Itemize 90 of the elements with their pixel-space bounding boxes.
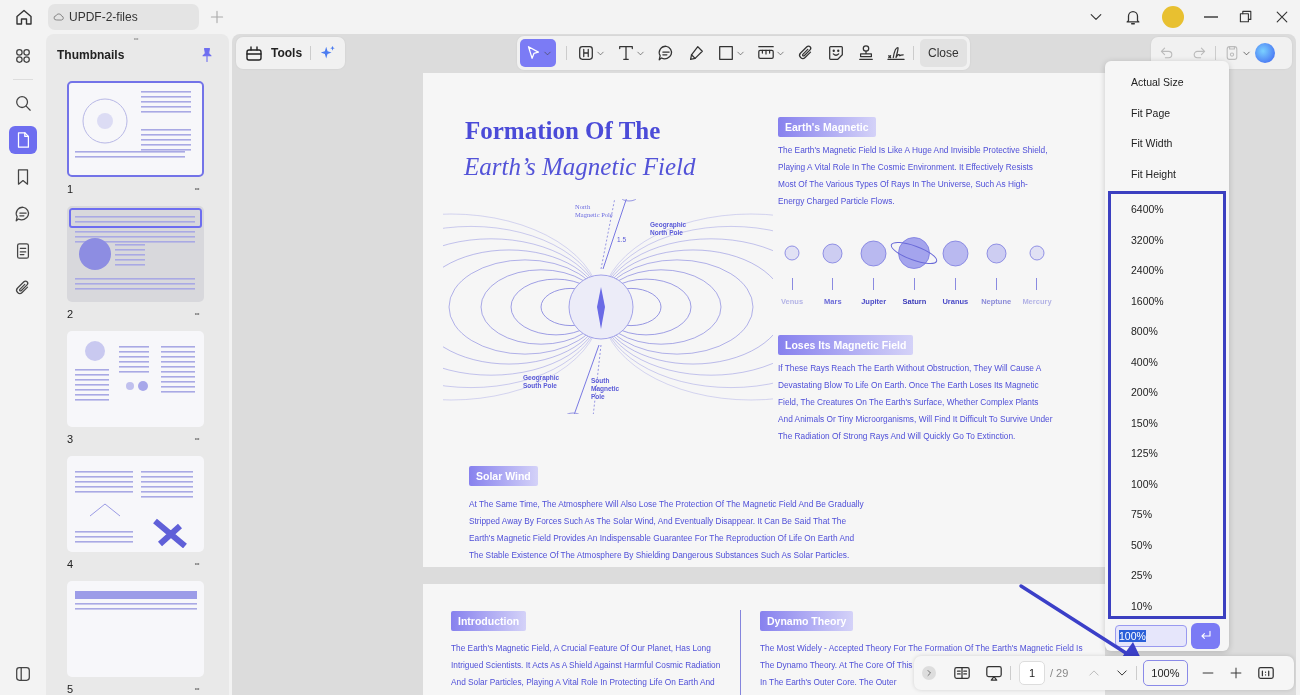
chevron-right-icon <box>924 668 934 678</box>
menu-item[interactable]: Actual Size <box>1105 67 1229 98</box>
planet-icon <box>822 242 844 264</box>
page-number: 1 <box>67 183 74 195</box>
apps-icon <box>14 47 32 65</box>
menu-item[interactable]: Fit Width <box>1105 128 1229 159</box>
text-line: Intrigued Scientists. It Acts As A Shield Against Harmful Cosmic Radiation <box>451 659 721 672</box>
section-heading: Loses Its Magnetic Field <box>778 335 914 355</box>
section-heading: Introduction <box>451 611 527 631</box>
actual-size-icon <box>1256 664 1275 682</box>
menu-item[interactable]: 75% <box>1111 499 1223 530</box>
search-icon <box>14 94 32 112</box>
menu-item[interactable]: 100% <box>1111 468 1223 499</box>
book-icon <box>953 664 971 682</box>
restore-icon <box>1238 9 1254 25</box>
menu-item[interactable]: 200% <box>1111 377 1223 408</box>
undo-icon <box>1159 45 1175 61</box>
section-heading: Earth's Magnetic <box>778 117 876 137</box>
menu-item[interactable]: Fit Height <box>1105 158 1229 189</box>
text-icon <box>617 44 635 62</box>
menu-item[interactable]: Fit Page <box>1105 97 1229 128</box>
menu-item[interactable]: 125% <box>1111 438 1223 469</box>
home-icon <box>14 7 34 27</box>
minimize-icon <box>1204 16 1218 18</box>
paragraph: At The Same Time, The Atmosphere Will Also Lose The Protection Of The Magnetic Field And Be Gradually Stripped Away By Forces Such As The Solar Wind, And Eventually Disappear. It Can Be Said That The Earth's Magnetic Field Provides An Indispensable Guarantee For The Reproduction Of Life On Earth And The Stable Existence Of The Atmosphere By Shielding Dangerous Substances Such As Solar Particles. <box>469 497 865 562</box>
page-number: 4 <box>67 558 74 570</box>
apply-button[interactable] <box>1191 623 1220 649</box>
menu-item[interactable]: 400% <box>1111 346 1223 377</box>
page-number-field[interactable]: 1 <box>1019 661 1045 685</box>
document-icon <box>14 242 32 260</box>
menu-item[interactable]: 800% <box>1111 316 1223 347</box>
screen-icon <box>985 664 1003 682</box>
pointer-tool[interactable] <box>520 39 556 67</box>
pin-icon <box>199 47 215 63</box>
page-count: / 29 <box>1050 667 1069 679</box>
ruler-icon <box>757 44 775 62</box>
planet-icon <box>1028 245 1045 261</box>
menu-item[interactable]: 50% <box>1111 529 1223 560</box>
page-number: 3 <box>67 433 74 445</box>
text-line: In The Earth's Outer Core. The Outer <box>760 676 897 689</box>
ai-assistant-icon[interactable] <box>1255 43 1275 63</box>
comment-icon <box>657 44 675 62</box>
menu-item[interactable]: 10% <box>1111 590 1223 621</box>
page-subtitle: Earth’s Magnetic Field <box>464 153 697 181</box>
save-icon <box>1224 45 1240 61</box>
paragraph: If These Rays Reach The Earth Without Obstruction, They Will Cause A Devastating Blow To Life On Earth. Once The Earth Loses Its Magnetic Field, The Creatures On The Earth's Surface, Whether Complex Plants And Animals Or Tiny Microorganisms, Will Find It Difficult To Survive Under The Radiation Of Strong Rays And Will Quickly Go To Extinction. <box>778 362 1053 443</box>
menu-item[interactable]: 25% <box>1111 560 1223 591</box>
planet-icon <box>784 245 800 261</box>
sidebar-toggle-icon <box>14 665 32 683</box>
comment-icon <box>14 205 32 223</box>
toolbox-icon <box>244 43 264 63</box>
signature-icon <box>887 44 905 62</box>
menu-item[interactable]: 1600% <box>1111 285 1223 316</box>
zoom-input[interactable]: 100% <box>1115 625 1187 647</box>
zoom-in-icon <box>1228 666 1243 680</box>
page-thumbnail[interactable] <box>67 331 204 427</box>
close-button[interactable]: Close <box>920 39 967 67</box>
file-tab[interactable]: UPDF-2-files <box>48 4 199 30</box>
page-title: Formation Of The <box>465 117 662 145</box>
zoom-field[interactable]: 100% <box>1143 660 1188 686</box>
menu-item[interactable]: 2400% <box>1111 255 1223 286</box>
menu-item[interactable]: 150% <box>1111 407 1223 438</box>
text-line: The Dynamo Theory. At The Core Of This <box>760 659 913 672</box>
cloud-icon <box>53 11 65 23</box>
section-heading: Solar Wind <box>469 465 538 486</box>
page-number: 2 <box>67 308 74 320</box>
text-line: The Earth's Magnetic Field, A Crucial Feature Of Our Planet, Has Long <box>451 642 711 655</box>
page-rail-button[interactable] <box>9 126 37 154</box>
highlighter-icon <box>687 44 705 62</box>
redo-icon <box>1191 45 1207 61</box>
text-line: The Most Widely - Accepted Theory For The Formation Of The Earth's Magnetic Field Is <box>760 642 1083 655</box>
page-thumbnail[interactable] <box>67 581 204 677</box>
menu-item[interactable]: 3200% <box>1111 224 1223 255</box>
page-thumbnail[interactable] <box>67 81 204 177</box>
rectangle-icon <box>717 44 735 62</box>
planet-icon <box>985 242 1007 264</box>
page-thumbnail[interactable] <box>67 456 204 552</box>
page-number: 5 <box>67 683 74 695</box>
stamp-icon <box>857 44 875 62</box>
paragraph: The Earth's Magnetic Field Is Like A Huge And Invisible Protective Shield, Playing A Vital Role In The Cosmic Environment. It Effectively Resists Most Of The Various Types Of Rays In The Universe, Such As High-Energy Charged Particle Flows. <box>778 144 1049 208</box>
sticker-icon <box>827 44 845 62</box>
menu-item[interactable]: 6400% <box>1111 194 1223 225</box>
page-thumbnail[interactable] <box>67 206 204 302</box>
panel-title: Thumbnails <box>57 48 125 62</box>
section-heading: Dynamo Theory <box>760 611 854 631</box>
bell-icon <box>1124 8 1142 26</box>
text-line: And Solar Particles, Playing A Vital Role In Protecting Life On Earth And <box>451 676 715 689</box>
add-tab-icon <box>209 9 225 25</box>
close-icon <box>1274 9 1290 25</box>
text-box-icon <box>577 44 595 62</box>
